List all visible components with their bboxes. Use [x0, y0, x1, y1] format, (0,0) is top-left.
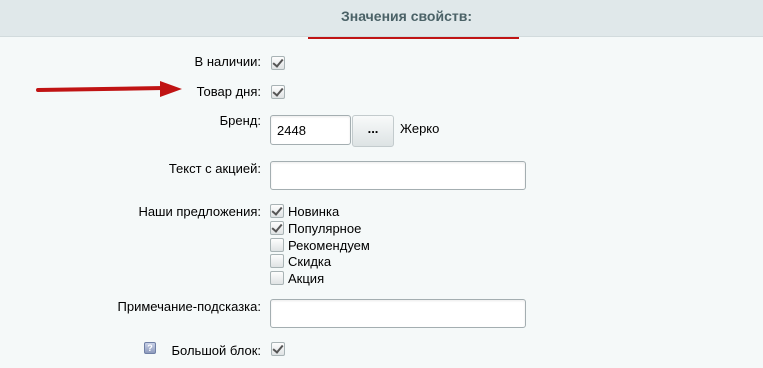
hint-note-label: Примечание-подсказка: [117, 299, 261, 314]
red-arrow-icon [36, 81, 182, 97]
offer-recommended-label: Рекомендуем [288, 238, 370, 253]
brand-browse-button[interactable]: ... [352, 115, 394, 147]
promo-text-input[interactable] [270, 161, 526, 190]
offer-popular-checkbox[interactable] [270, 221, 284, 235]
offer-promo-label: Акция [288, 271, 325, 286]
offer-discount-label: Скидка [288, 254, 332, 269]
hint-note-input[interactable] [270, 299, 526, 328]
product-of-day-checkbox[interactable] [271, 85, 285, 99]
offers-label: Наши предложения: [138, 204, 261, 219]
offer-popular-label: Популярное [288, 221, 362, 236]
product-of-day-label: Товар дня: [196, 84, 261, 99]
title-underline [308, 37, 519, 39]
offer-new-label: Новинка [288, 204, 340, 219]
offer-new-checkbox[interactable] [270, 204, 284, 218]
promo-text-label: Текст с акцией: [168, 161, 261, 176]
section-header: Значения свойств: [0, 0, 763, 37]
brand-label: Бренд: [219, 113, 261, 128]
big-block-checkbox[interactable] [271, 342, 285, 356]
brand-name: Жерко [400, 121, 440, 136]
offer-recommended-checkbox[interactable] [270, 238, 284, 252]
offer-promo-checkbox[interactable] [270, 271, 284, 285]
offer-discount-checkbox[interactable] [270, 254, 284, 268]
in-stock-label: В наличии: [194, 54, 261, 69]
big-block-label: Большой блок: [171, 343, 262, 358]
help-icon[interactable]: ? [144, 342, 156, 354]
section-title: Значения свойств: [341, 8, 472, 24]
brand-id-input[interactable] [270, 115, 351, 145]
in-stock-checkbox[interactable] [271, 56, 285, 70]
